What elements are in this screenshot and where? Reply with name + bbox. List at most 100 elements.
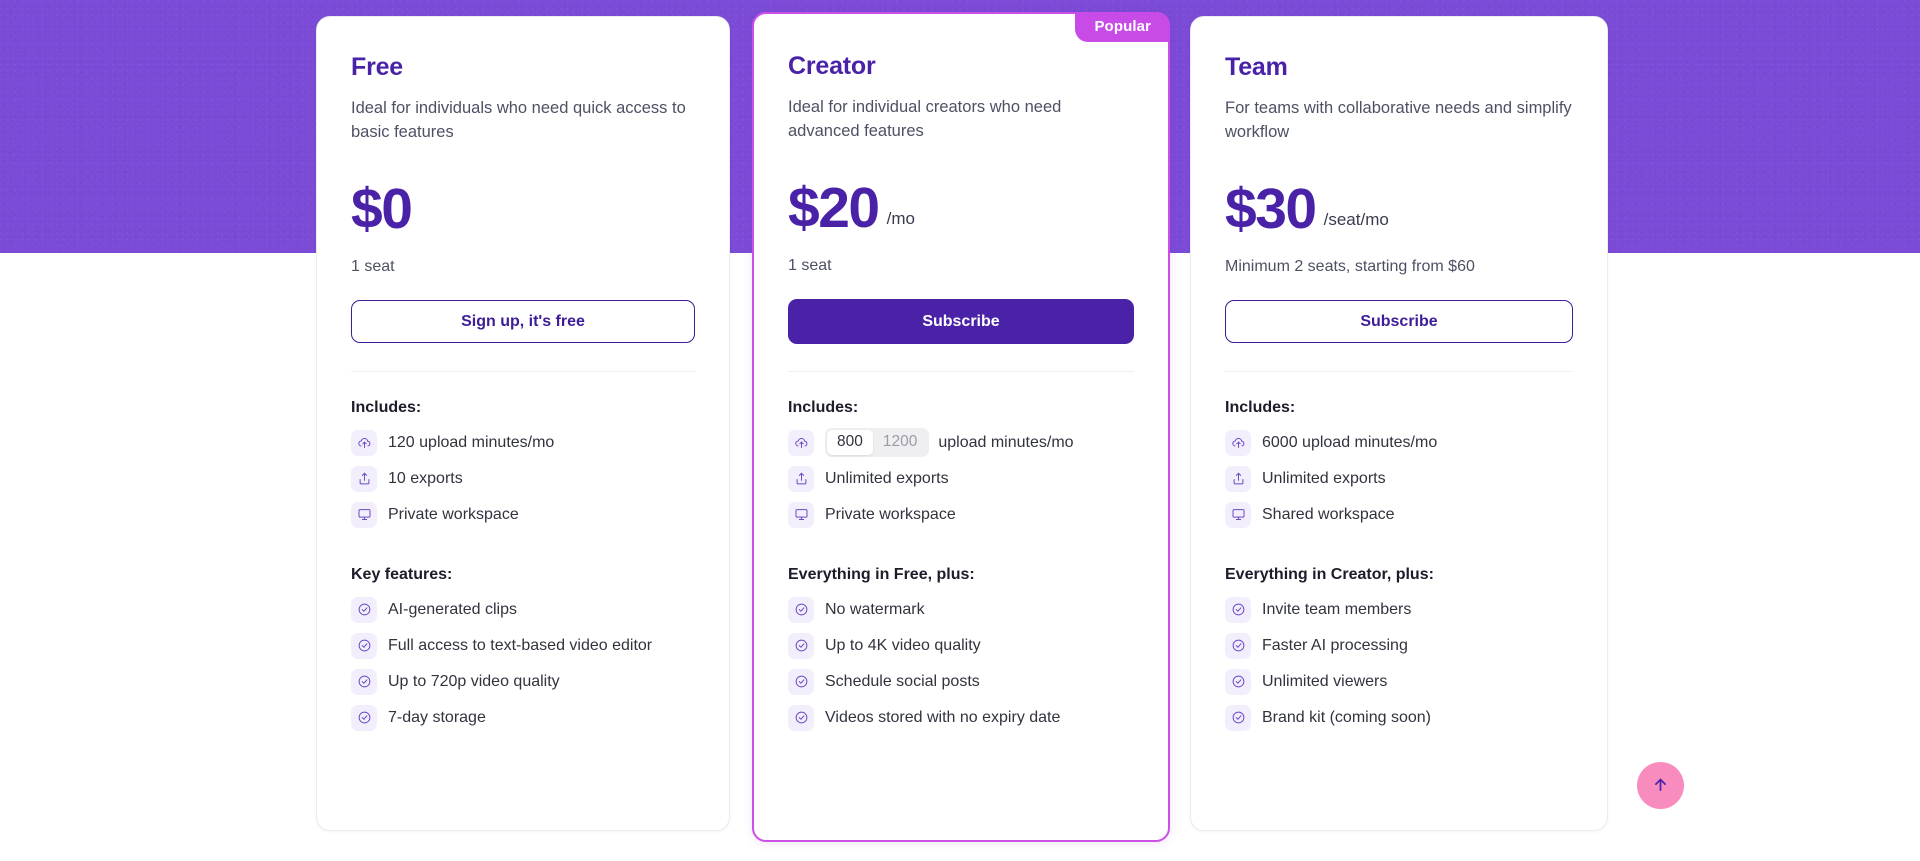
feature-item: No watermark [788, 592, 1134, 628]
cta-button-team[interactable]: Subscribe [1225, 299, 1573, 343]
feature-section-title: Includes: [1225, 398, 1296, 416]
toggle-option-1200[interactable]: 1200 [873, 430, 927, 455]
feature-list: Invite team members Faster AI processing U… [1225, 592, 1573, 736]
price-row: $30 /seat/mo [1225, 175, 1573, 242]
feature-item: Unlimited exports [788, 461, 1134, 497]
export-share-icon [351, 465, 377, 492]
cta-button-creator[interactable]: Subscribe [788, 298, 1134, 344]
plan-price-unit: /seat/mo [1323, 209, 1389, 229]
check-circle-icon [351, 596, 377, 623]
plan-name: Free [351, 53, 404, 81]
plan-description: Ideal for individuals who need quick acc… [351, 99, 686, 142]
feature-section-title: Everything in Free, plus: [788, 565, 975, 583]
card-body-team: Team For teams with collaborative needs … [1191, 17, 1607, 736]
feature-label: Brand kit (coming soon) [1262, 709, 1431, 727]
pricing-cards-container: Free Ideal for individuals who need quic… [0, 0, 1920, 861]
feature-item: Brand kit (coming soon) [1225, 700, 1573, 736]
feature-label: 7-day storage [388, 709, 486, 727]
plan-price-unit: /mo [886, 208, 915, 228]
cloud-upload-icon [351, 429, 377, 456]
monitor-workspace-icon [788, 501, 814, 528]
feature-section-title: Includes: [351, 398, 422, 416]
seat-note: 1 seat [351, 257, 395, 275]
feature-item: Up to 720p video quality [351, 664, 695, 700]
scroll-to-top-button[interactable] [1637, 762, 1684, 809]
check-circle-icon [788, 704, 814, 731]
plan-name: Team [1225, 53, 1288, 81]
price-row: $0 [351, 175, 695, 242]
pricing-card-team: Team For teams with collaborative needs … [1190, 16, 1608, 831]
feature-sections-free: Includes: 120 upload minutes/mo 10 exports… [351, 399, 695, 736]
feature-label: Private workspace [825, 506, 956, 524]
check-circle-icon [1225, 632, 1251, 659]
check-circle-icon [1225, 596, 1251, 623]
check-circle-icon [1225, 668, 1251, 695]
monitor-workspace-icon [1225, 501, 1251, 528]
feature-item: Shared workspace [1225, 497, 1573, 533]
feature-label: upload minutes/mo [938, 434, 1074, 452]
feature-item: Private workspace [351, 497, 695, 533]
card-divider [1225, 370, 1573, 372]
feature-list: 120 upload minutes/mo 10 exports Private w… [351, 425, 695, 533]
feature-item: 7-day storage [351, 700, 695, 736]
seat-note: 1 seat [788, 256, 832, 274]
plan-description: Ideal for individual creators who need a… [788, 98, 1062, 141]
feature-section-title: Includes: [788, 398, 859, 416]
feature-label: Private workspace [388, 506, 519, 524]
feature-item: Videos stored with no expiry date [788, 700, 1134, 736]
monitor-workspace-icon [351, 501, 377, 528]
feature-item: Unlimited viewers [1225, 664, 1573, 700]
check-circle-icon [351, 668, 377, 695]
pricing-card-creator: Popular Creator Ideal for individual cre… [752, 12, 1170, 842]
feature-item: 120 upload minutes/mo [351, 425, 695, 461]
feature-label: Invite team members [1262, 601, 1412, 619]
upload-minutes-toggle[interactable]: 800 1200 [825, 428, 930, 458]
feature-item: 800 1200 upload minutes/mo [788, 425, 1134, 461]
feature-label: Schedule social posts [825, 673, 980, 691]
feature-section-title: Key features: [351, 565, 453, 583]
feature-list: No watermark Up to 4K video quality Schedu… [788, 592, 1134, 736]
check-circle-icon [1225, 704, 1251, 731]
feature-item: Schedule social posts [788, 664, 1134, 700]
feature-label: Full access to text-based video editor [388, 637, 653, 655]
seat-note: Minimum 2 seats, starting from $60 [1225, 257, 1475, 275]
plan-price: $0 [351, 177, 413, 242]
feature-list: 6000 upload minutes/mo Unlimited exports S… [1225, 425, 1573, 533]
plan-price: $30 [1225, 177, 1317, 242]
plan-price: $20 [788, 176, 880, 241]
cta-button-free[interactable]: Sign up, it's free [351, 299, 695, 343]
feature-item: 6000 upload minutes/mo [1225, 425, 1573, 461]
feature-label: 10 exports [388, 470, 463, 488]
feature-item: Faster AI processing [1225, 628, 1573, 664]
feature-item: Private workspace [788, 497, 1134, 533]
export-share-icon [788, 465, 814, 492]
feature-label: Up to 4K video quality [825, 637, 981, 655]
feature-item: Invite team members [1225, 592, 1573, 628]
feature-sections-team: Includes: 6000 upload minutes/mo Unlimited… [1225, 399, 1573, 736]
feature-item: Unlimited exports [1225, 461, 1573, 497]
feature-sections-creator: Includes: 800 1200 upload minutes/mo Unlimit… [788, 399, 1134, 736]
feature-label: Unlimited exports [1262, 470, 1386, 488]
check-circle-icon [788, 632, 814, 659]
feature-item: Full access to text-based video editor [351, 628, 695, 664]
feature-item: Up to 4K video quality [788, 628, 1134, 664]
card-body-free: Free Ideal for individuals who need quic… [317, 17, 729, 736]
check-circle-icon [351, 704, 377, 731]
popular-badge: Popular [1075, 12, 1170, 42]
feature-label: No watermark [825, 601, 925, 619]
feature-section-title: Everything in Creator, plus: [1225, 565, 1434, 583]
feature-list: AI-generated clips Full access to text-ba… [351, 592, 695, 736]
feature-label: Videos stored with no expiry date [825, 709, 1061, 727]
pricing-card-free: Free Ideal for individuals who need quic… [316, 16, 730, 831]
cloud-upload-icon [1225, 429, 1251, 456]
arrow-up-icon [1652, 776, 1669, 796]
toggle-option-800[interactable]: 800 [827, 430, 873, 456]
feature-label: Unlimited exports [825, 470, 949, 488]
check-circle-icon [788, 668, 814, 695]
feature-label: Unlimited viewers [1262, 673, 1388, 691]
export-share-icon [1225, 465, 1251, 492]
feature-label: AI-generated clips [388, 601, 517, 619]
feature-label: 120 upload minutes/mo [388, 434, 555, 452]
feature-label: Shared workspace [1262, 506, 1395, 524]
check-circle-icon [351, 632, 377, 659]
